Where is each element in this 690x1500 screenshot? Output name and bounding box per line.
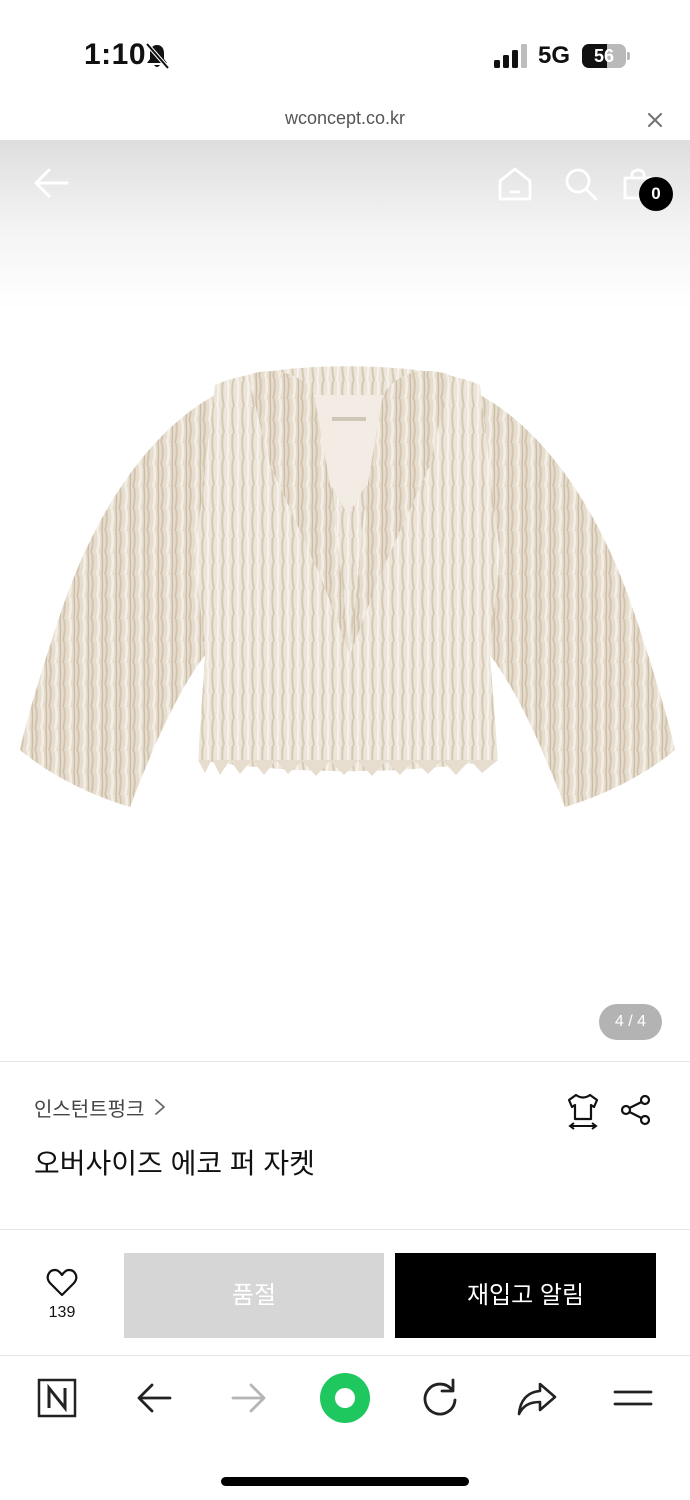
url-text[interactable]: wconcept.co.kr: [0, 108, 690, 129]
network-type: 5G: [538, 42, 571, 69]
refresh-icon[interactable]: [418, 1376, 462, 1420]
product-image: [20, 366, 675, 807]
brand-name[interactable]: 인스턴트펑크: [34, 1093, 144, 1122]
green-dot-icon[interactable]: [319, 1372, 371, 1424]
forward-icon[interactable]: [227, 1376, 271, 1420]
heart-icon[interactable]: [46, 1268, 78, 1298]
soldout-button[interactable]: 품절: [124, 1253, 384, 1338]
status-bar: 1:10 5G 56: [0, 0, 690, 100]
cart-count-badge[interactable]: 0: [639, 177, 673, 211]
naver-n-icon[interactable]: [35, 1376, 79, 1420]
home-icon[interactable]: [497, 166, 533, 202]
divider: [0, 1061, 690, 1062]
home-indicator: [221, 1477, 469, 1486]
back-arrow-icon[interactable]: [32, 164, 70, 202]
battery-icon: 56: [582, 44, 630, 68]
share-icon[interactable]: [620, 1094, 652, 1126]
signal-icon: [494, 44, 527, 68]
product-title: 오버사이즈 에코 퍼 자켓: [34, 1148, 315, 1179]
battery-level: 56: [593, 46, 615, 66]
size-guide-icon[interactable]: [566, 1092, 600, 1130]
wish-count: 139: [48, 1304, 76, 1321]
status-time: 1:10: [84, 38, 147, 71]
close-icon[interactable]: [645, 110, 665, 130]
wishlist-button[interactable]: 139: [34, 1268, 90, 1328]
bell-off-icon: [145, 42, 170, 70]
restock-alert-button[interactable]: 재입고 알림: [395, 1253, 656, 1338]
image-page-indicator: 4 / 4: [599, 1004, 662, 1040]
share-arrow-icon[interactable]: [515, 1376, 559, 1420]
brand-link[interactable]: 인스턴트펑크: [34, 1093, 166, 1122]
menu-icon[interactable]: [611, 1376, 655, 1420]
search-icon[interactable]: [563, 166, 599, 202]
divider: [0, 1229, 690, 1230]
chevron-right-icon: [155, 1099, 166, 1115]
back-icon[interactable]: [132, 1376, 176, 1420]
browser-url-bar[interactable]: wconcept.co.kr: [0, 100, 690, 140]
